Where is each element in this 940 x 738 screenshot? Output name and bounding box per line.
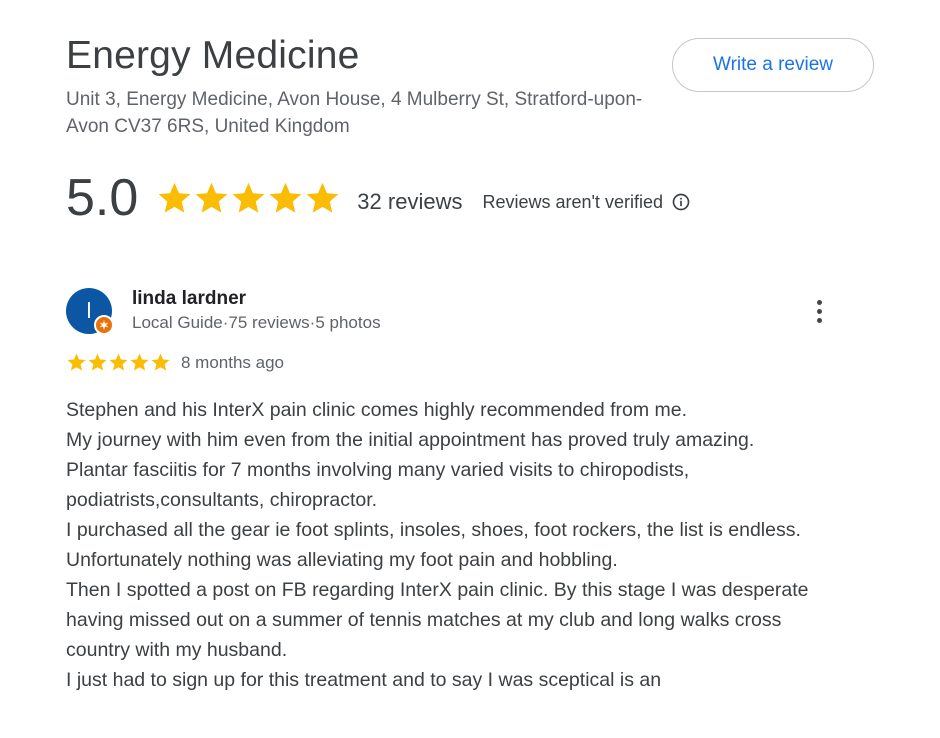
review-count-link[interactable]: 32 reviews [357,189,462,215]
more-vert-icon[interactable] [806,294,832,328]
review-rating: 8 months ago [66,352,284,373]
review-body: Stephen and his InterX pain clinic comes… [66,395,836,711]
reviewer-review-count: 75 reviews [228,313,310,332]
star-icon [67,353,86,371]
verification-note-text: Reviews aren't verified [482,191,663,212]
local-guide-label: Local Guide [132,313,223,332]
more-dot [816,299,822,305]
star-icon [151,353,170,371]
rating-summary: 5.0 32 reviews Reviews aren't verified [66,166,691,230]
review-text-line: I purchased all the gear ie foot splints… [66,519,801,541]
review-text-line: Plantar fasciitis for 7 months involving… [66,459,690,511]
star-icon [195,182,228,213]
star-icon [109,353,128,371]
review-text-line: Stephen and his InterX pain clinic comes… [66,399,688,421]
more-dot [816,308,822,314]
review-stars [66,352,171,373]
info-icon[interactable] [671,192,691,212]
write-review-button[interactable]: Write a review [672,38,874,92]
review-text-line: Then I spotted a post on FB regarding In… [66,579,809,661]
star-icon [269,182,302,213]
reviewer-photo-count: 5 photos [315,313,381,332]
more-dot [816,317,822,323]
review-text-line: My journey with him even from the initia… [66,429,755,451]
reviewer-meta: Local Guide · 75 reviews · 5 photos [132,313,381,333]
business-name: Energy Medicine [66,34,360,77]
average-rating: 5.0 [66,169,139,227]
star-icon [232,182,265,213]
reviewer-name[interactable]: linda lardner [132,288,246,310]
review-date: 8 months ago [181,352,285,372]
star-icon [130,353,149,371]
verification-note[interactable]: Reviews aren't verified [482,192,691,213]
business-address: Unit 3, Energy Medicine, Avon House, 4 M… [66,89,643,137]
local-guide-badge-icon [94,315,114,335]
review-text-line: Unfortunately nothing was alleviating my… [66,549,618,571]
star-icon [306,182,339,213]
star-icon [158,182,191,213]
review-text-line: I just had to sign up for this treatment… [66,669,662,691]
review-page: Energy Medicine Unit 3, Energy Medicine,… [0,0,940,738]
average-rating-stars [156,180,341,217]
star-icon [88,353,107,371]
